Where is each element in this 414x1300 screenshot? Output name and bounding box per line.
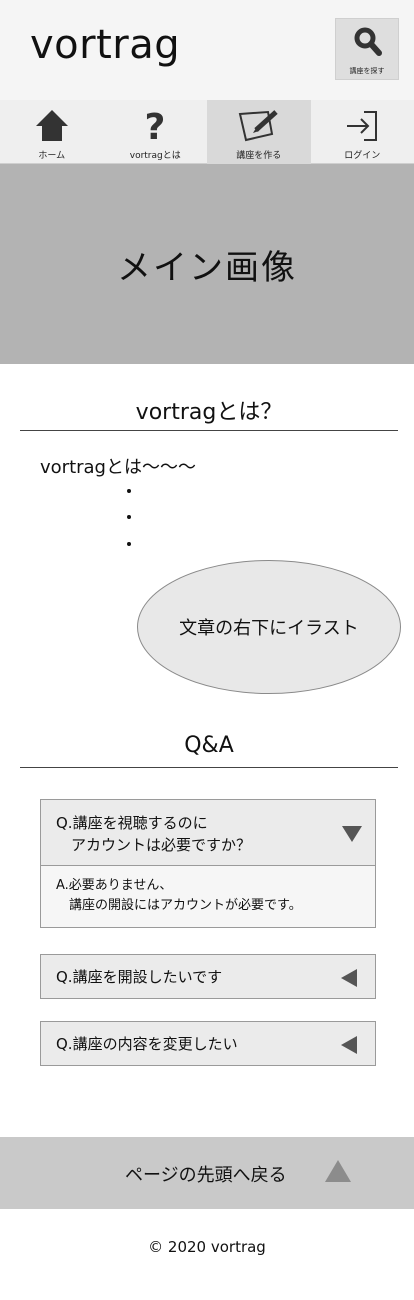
about-divider xyxy=(20,430,398,431)
main-nav: ホーム ? vortragとは 講座を作る ログイン xyxy=(0,100,414,164)
search-courses-button[interactable]: 講座を探す xyxy=(335,18,399,80)
main-image-placeholder: メイン画像 xyxy=(0,164,414,364)
illustration-label: 文章の右下にイラスト xyxy=(179,618,359,639)
ellipsis-dot xyxy=(127,489,131,493)
nav-item-login[interactable]: ログイン xyxy=(311,100,414,164)
nav-item-home[interactable]: ホーム xyxy=(0,100,104,164)
faq-answer-1: A.必要ありません、 講座の開設にはアカウントが必要です。 xyxy=(40,866,376,928)
ellipsis-dot xyxy=(127,542,131,546)
nav-label-login: ログイン xyxy=(344,151,381,161)
faq-question-2-text: Q.講座を開設したいです xyxy=(56,968,223,986)
arrow-up-icon xyxy=(325,1160,351,1182)
nav-item-about[interactable]: ? vortragとは xyxy=(104,100,208,164)
search-courses-label: 講座を探す xyxy=(349,67,385,75)
main-image-label: メイン画像 xyxy=(117,247,297,288)
create-course-icon xyxy=(238,110,278,142)
faq-divider xyxy=(20,767,398,768)
search-icon xyxy=(354,27,382,56)
back-to-top-button[interactable]: ページの先頭へ戻る xyxy=(0,1137,414,1209)
faq-section-title: Q&A xyxy=(184,733,234,758)
header: vortrag 講座を探す xyxy=(0,0,414,100)
faq-answer-1-line1: A.必要ありません、 xyxy=(56,878,173,893)
faq-answer-1-line2: 講座の開設にはアカウントが必要です。 xyxy=(56,898,302,913)
collapse-arrow-icon xyxy=(342,826,362,842)
copyright: © 2020 vortrag xyxy=(148,1238,266,1256)
about-section-title: vortragとは？ xyxy=(135,400,283,425)
back-to-top-label: ページの先頭へ戻る xyxy=(125,1165,287,1186)
nav-label-about: vortragとは xyxy=(129,151,181,161)
nav-label-create-course: 講座を作る xyxy=(236,151,282,161)
nav-label-home: ホーム xyxy=(38,151,66,161)
faq-question-3-text: Q.講座の内容を変更したい xyxy=(56,1035,238,1053)
question-icon: ? xyxy=(145,108,166,144)
faq-question-1[interactable]: Q.講座を視聴するのに アカウントは必要ですか？ xyxy=(40,799,376,866)
nav-item-create-course[interactable]: 講座を作る xyxy=(207,100,311,164)
login-icon xyxy=(347,111,378,141)
expand-arrow-icon xyxy=(341,1036,357,1054)
about-text: vortragとは〜〜〜 xyxy=(40,457,196,478)
faq-question-1-line1: Q.講座を視聴するのに xyxy=(56,814,208,832)
home-icon xyxy=(35,110,68,141)
svg-text:?: ? xyxy=(145,108,166,144)
faq-question-2[interactable]: Q.講座を開設したいです xyxy=(40,954,376,999)
faq-question-1-line2: アカウントは必要ですか？ xyxy=(56,836,252,854)
faq-question-3[interactable]: Q.講座の内容を変更したい xyxy=(40,1021,376,1066)
expand-arrow-icon xyxy=(341,969,357,987)
ellipsis-dot xyxy=(127,515,131,519)
site-logo[interactable]: vortrag xyxy=(30,22,180,68)
illustration-placeholder: 文章の右下にイラスト xyxy=(137,560,401,694)
